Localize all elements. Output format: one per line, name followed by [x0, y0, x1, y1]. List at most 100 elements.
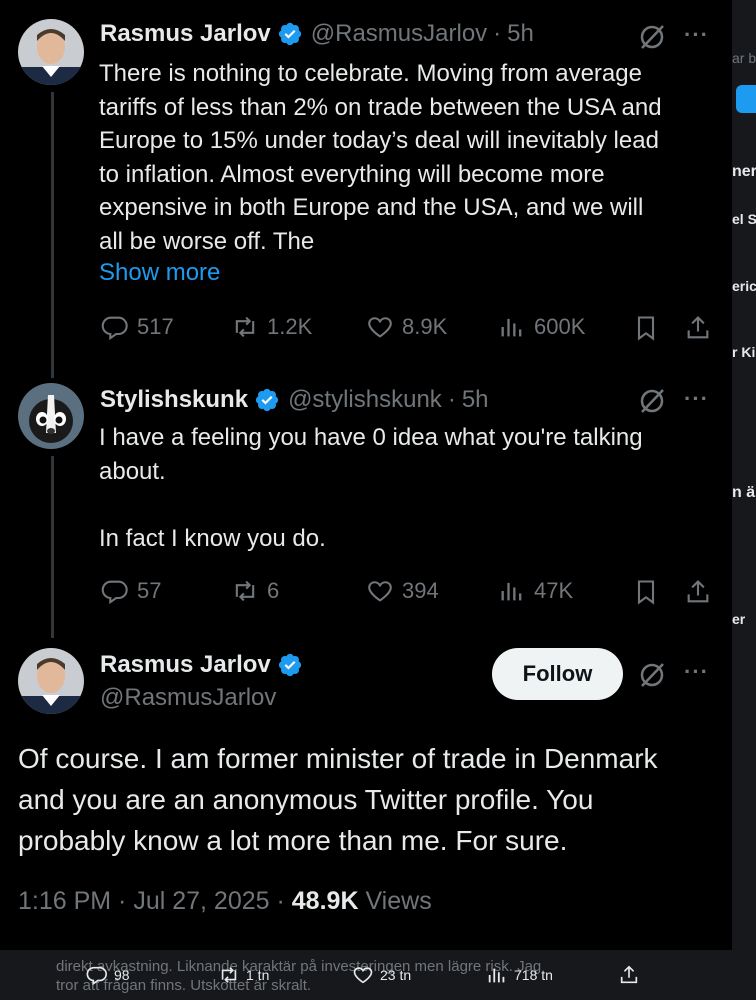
more-options-icon[interactable]: ··· — [684, 22, 709, 48]
follow-button[interactable]: Follow — [492, 648, 623, 700]
heart-icon — [368, 581, 392, 602]
avatar-rasmus[interactable] — [18, 648, 84, 714]
main-tweet-handle-row: @RasmusJarlov — [100, 684, 276, 712]
grok-icon[interactable] — [637, 386, 667, 416]
repost-icon — [235, 580, 255, 602]
views-button[interactable]: 47K — [498, 577, 573, 605]
background-views-button[interactable]: 718 tn — [486, 964, 553, 986]
bookmark-icon[interactable] — [632, 314, 660, 347]
reply-count: 517 — [137, 314, 174, 339]
background-like-button[interactable]: 23 tn — [352, 964, 411, 986]
author-handle[interactable]: @RasmusJarlov — [100, 684, 276, 712]
separator-dot: · — [276, 887, 285, 915]
sidebar-fragment: el S — [732, 211, 756, 227]
background-reply-button[interactable]: 98 — [86, 964, 130, 986]
more-options-icon[interactable]: ··· — [684, 386, 709, 412]
separator-dot: · — [447, 386, 456, 413]
grok-icon[interactable] — [637, 660, 667, 690]
tweet-line: Europe to 15% under today’s deal will in… — [99, 127, 659, 154]
views-total: 48.9K — [291, 887, 359, 915]
tweet-line: and you are an anonymous Twitter profile… — [18, 784, 594, 815]
tweet-time[interactable]: 5h — [507, 20, 534, 48]
analytics-icon — [501, 582, 522, 601]
heart-icon — [353, 967, 373, 984]
tweet-line: probably know a lot more than me. For su… — [18, 825, 568, 856]
like-button[interactable]: 8.9K — [366, 313, 447, 341]
reply-count: 57 — [137, 578, 162, 603]
background-share-button[interactable] — [618, 964, 646, 986]
views-count: 718 tn — [514, 967, 553, 983]
repost-count: 6 — [267, 578, 280, 603]
reply-button[interactable]: 517 — [101, 313, 174, 341]
author-handle[interactable]: @RasmusJarlov — [311, 20, 487, 48]
tweet-header: Stylishskunk @stylishskunk · 5h — [100, 386, 489, 414]
tweet-line: expensive in both Europe and the USA, an… — [99, 194, 644, 221]
heart-icon — [368, 317, 392, 338]
bookmark-icon[interactable] — [632, 578, 660, 611]
views-count: 47K — [534, 578, 574, 603]
tweet-text: I have a feeling you have 0 idea what yo… — [99, 421, 643, 555]
author-name[interactable]: Rasmus Jarlov — [100, 20, 271, 48]
tweet-time[interactable]: 5h — [462, 386, 489, 414]
main-tweet-header: Rasmus Jarlov — [100, 651, 303, 679]
tweet-line: tariffs of less than 2% on trade between… — [99, 93, 662, 121]
thread-line — [51, 456, 54, 638]
tweet-line — [99, 488, 643, 522]
author-handle[interactable]: @stylishskunk — [288, 386, 442, 414]
analytics-icon — [488, 968, 505, 983]
sidebar-fragment: r Ki — [732, 344, 756, 360]
share-icon — [620, 965, 638, 984]
tweet-text: There is nothing to celebrate. Moving fr… — [99, 57, 662, 258]
repost-count: 1.2K — [267, 314, 313, 339]
author-name[interactable]: Stylishskunk — [100, 386, 248, 414]
verified-badge-icon — [254, 387, 280, 413]
repost-icon — [221, 967, 237, 983]
repost-icon — [235, 316, 255, 338]
verified-badge-icon — [277, 652, 303, 678]
conversation-panel: Rasmus Jarlov @RasmusJarlov · 5h ··· The… — [0, 0, 732, 950]
tweet-line: I have a feeling you have 0 idea what yo… — [99, 424, 643, 451]
share-icon[interactable] — [684, 314, 712, 347]
sidebar-button-fragment — [736, 85, 756, 113]
thread-line — [51, 92, 54, 378]
sidebar-fragment: er — [732, 611, 746, 627]
reply-icon — [101, 580, 128, 605]
views-button[interactable]: 600K — [498, 313, 585, 341]
repost-button[interactable]: 1.2K — [231, 313, 312, 341]
like-button[interactable]: 394 — [366, 577, 439, 605]
tweet-line: all be worse off. The — [99, 227, 315, 255]
like-count: 23 tn — [380, 967, 412, 983]
more-options-icon[interactable]: ··· — [684, 659, 709, 685]
analytics-icon — [501, 318, 522, 337]
tweet-meta: 1:16 PM · Jul 27, 2025 · 48.9K Views — [18, 887, 432, 916]
sidebar-fragment: ner — [732, 163, 756, 180]
avatar-rasmus[interactable] — [18, 19, 84, 85]
tweet-line: In fact I know you do. — [99, 524, 326, 552]
background-repost-button[interactable]: 1 tn — [218, 964, 269, 986]
repost-count: 1 tn — [246, 967, 270, 983]
reply-button[interactable]: 57 — [101, 577, 161, 605]
tweet-timestamp[interactable]: 1:16 PM · Jul 27, 2025 — [18, 887, 270, 915]
reply-count: 98 — [114, 967, 130, 983]
author-name[interactable]: Rasmus Jarlov — [100, 651, 271, 679]
sidebar-fragment: eric — [732, 278, 756, 294]
views-label: Views — [365, 887, 432, 915]
show-more-link[interactable]: Show more — [99, 259, 220, 287]
reply-icon — [101, 316, 128, 341]
main-tweet-text: Of course. I am former minister of trade… — [18, 738, 718, 861]
background-sidebar: ar b ner el S eric r Ki n ä er — [732, 0, 756, 1000]
like-count: 394 — [402, 578, 439, 603]
repost-button[interactable]: 6 — [231, 577, 279, 605]
separator-dot: · — [493, 20, 502, 47]
share-icon[interactable] — [684, 578, 712, 611]
sidebar-fragment: ar b — [732, 50, 756, 66]
reply-icon — [86, 966, 107, 986]
grok-icon[interactable] — [637, 22, 667, 52]
verified-badge-icon — [277, 21, 303, 47]
tweet-line: Of course. I am former minister of trade… — [18, 743, 658, 774]
views-count: 600K — [534, 314, 586, 339]
sidebar-fragment: n ä — [732, 484, 756, 501]
tweet-line: There is nothing to celebrate. Moving fr… — [99, 60, 642, 87]
tweet-header: Rasmus Jarlov @RasmusJarlov · 5h — [100, 20, 534, 48]
avatar-stylishskunk[interactable] — [18, 383, 84, 449]
